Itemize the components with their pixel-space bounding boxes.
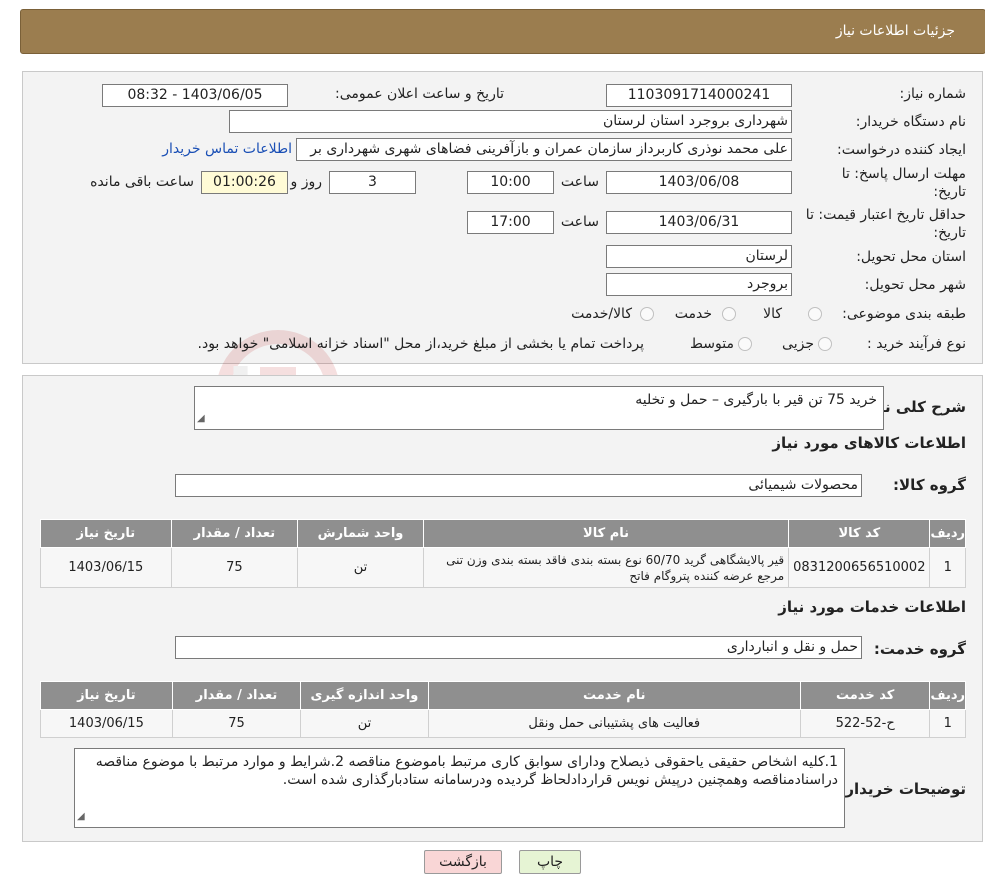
need-number-label: شماره نیاز:	[899, 86, 967, 102]
remaining-time-field: 01:00:26	[201, 171, 288, 194]
buyer-field: شهرداری بروجرد استان لرستان	[229, 110, 792, 133]
goods-cell-unit: تن	[297, 547, 424, 588]
services-col-row: ردیف	[929, 681, 966, 710]
services-section-title: اطلاعات خدمات مورد نیاز	[778, 598, 966, 616]
goods-cell-name: قیر پالایشگاهی گرید 60/70 نوع بسته بندی …	[422, 547, 790, 588]
print-button[interactable]: چاپ	[519, 850, 581, 874]
goods-col-date: تاریخ نیاز	[40, 519, 172, 548]
category-option-goods: کالا	[763, 306, 782, 322]
goods-col-row: ردیف	[929, 519, 966, 548]
process-radio-minor[interactable]	[818, 337, 832, 351]
validity-label-line2: تاریخ:	[933, 225, 966, 241]
deadline-date-field: 1403/06/08	[606, 171, 792, 194]
days-label: روز و	[290, 174, 323, 190]
process-label: نوع فرآیند خرید :	[867, 336, 966, 352]
summary-text: خرید 75 تن قیر با بارگیری – حمل و تخلیه	[635, 392, 877, 408]
services-cell-row: 1	[929, 709, 966, 738]
services-col-date: تاریخ نیاز	[40, 681, 173, 710]
goods-col-qty: تعداد / مقدار	[170, 519, 299, 548]
services-cell-date: 1403/06/15	[40, 709, 173, 738]
category-option-goods-service: کالا/خدمت	[571, 306, 632, 322]
services-cell-qty: 75	[171, 709, 302, 738]
buyer-label: نام دستگاه خریدار:	[855, 114, 966, 130]
summary-field: خرید 75 تن قیر با بارگیری – حمل و تخلیه …	[194, 386, 884, 430]
buyer-notes-label: توضیحات خریدار:	[839, 780, 966, 798]
process-option-medium: متوسط	[690, 336, 734, 352]
category-radio-service[interactable]	[722, 307, 736, 321]
validity-time-field: 17:00	[467, 211, 554, 234]
page-title: جزئیات اطلاعات نیاز	[835, 23, 955, 39]
goods-cell-qty: 75	[170, 547, 299, 588]
services-col-code: کد خدمت	[799, 681, 931, 710]
goods-col-name: نام کالا	[422, 519, 790, 548]
province-label: استان محل تحویل:	[856, 249, 966, 265]
services-cell-code: ح-52-522	[799, 709, 931, 738]
goods-group-label: گروه کالا:	[893, 476, 966, 494]
process-note: پرداخت تمام یا بخشی از مبلغ خرید،از محل …	[197, 336, 644, 352]
services-col-unit: واحد اندازه گیری	[300, 681, 429, 710]
services-cell-unit: تن	[300, 709, 429, 738]
buyer-notes-field: 1.کلیه اشخاص حقیقی یاحقوقی ذیصلاح ودارای…	[74, 748, 845, 828]
city-label: شهر محل تحویل:	[864, 277, 966, 293]
goods-cell-row: 1	[929, 547, 966, 588]
days-field: 3	[329, 171, 416, 194]
details-panel: شرح کلی نیاز: خرید 75 تن قیر با بارگیری …	[22, 375, 983, 842]
process-option-minor: جزیی	[782, 336, 814, 352]
goods-cell-date: 1403/06/15	[40, 547, 172, 588]
resize-grip-icon[interactable]: ◢	[77, 808, 85, 826]
goods-col-unit: واحد شمارش	[297, 519, 424, 548]
service-group-label: گروه خدمت:	[873, 640, 966, 658]
page-header: جزئیات اطلاعات نیاز	[20, 9, 985, 54]
goods-section-title: اطلاعات کالاهای مورد نیاز	[772, 434, 966, 452]
back-button[interactable]: بازگشت	[424, 850, 502, 874]
resize-grip-icon[interactable]: ◢	[197, 410, 205, 428]
goods-cell-code: 0831200656510002	[788, 547, 931, 588]
validity-label-line1: حداقل تاریخ اعتبار قیمت: تا	[805, 207, 966, 223]
category-option-service: خدمت	[674, 306, 712, 322]
goods-table: ردیف کد کالا نام کالا واحد شمارش تعداد /…	[40, 519, 966, 588]
deadline-label-line1: مهلت ارسال پاسخ: تا	[841, 166, 966, 182]
goods-group-field: محصولات شیمیائی	[175, 474, 862, 497]
category-radio-goods-service[interactable]	[640, 307, 654, 321]
category-radio-goods[interactable]	[808, 307, 822, 321]
deadline-time-field: 10:00	[467, 171, 554, 194]
buyer-notes-text: 1.کلیه اشخاص حقیقی یاحقوقی ذیصلاح ودارای…	[95, 754, 838, 788]
province-field: لرستان	[606, 245, 792, 268]
announce-label: تاریخ و ساعت اعلان عمومی:	[335, 86, 504, 102]
service-group-field: حمل و نقل و انبارداری	[175, 636, 862, 659]
category-label: طبقه بندی موضوعی:	[842, 306, 966, 322]
table-row: 1 ح-52-522 فعالیت های پشتیبانی حمل ونقل …	[40, 709, 966, 738]
creator-field: علی محمد نوذری کاربرداز سازمان عمران و ب…	[296, 138, 792, 161]
deadline-time-label: ساعت	[560, 174, 599, 190]
need-number-field: 1103091714000241	[606, 84, 792, 107]
buyer-contact-link[interactable]: اطلاعات تماس خریدار	[162, 141, 292, 157]
creator-label: ایجاد کننده درخواست:	[837, 142, 966, 158]
remaining-label: ساعت باقی مانده	[90, 174, 194, 190]
services-col-name: نام خدمت	[427, 681, 801, 710]
services-table: ردیف کد خدمت نام خدمت واحد اندازه گیری ت…	[40, 681, 966, 738]
info-panel: AriaTender شماره نیاز: 1103091714000241 …	[0, 71, 983, 454]
announce-field: 1403/06/05 - 08:32	[102, 84, 288, 107]
services-cell-name: فعالیت های پشتیبانی حمل ونقل	[427, 709, 801, 738]
validity-time-label: ساعت	[560, 214, 599, 230]
validity-date-field: 1403/06/31	[606, 211, 792, 234]
deadline-label-line2: تاریخ:	[933, 184, 966, 200]
services-col-qty: تعداد / مقدار	[171, 681, 302, 710]
city-field: بروجرد	[606, 273, 792, 296]
process-radio-medium[interactable]	[738, 337, 752, 351]
goods-col-code: کد کالا	[788, 519, 931, 548]
table-row: 1 0831200656510002 قیر پالایشگاهی گرید 6…	[40, 547, 966, 588]
